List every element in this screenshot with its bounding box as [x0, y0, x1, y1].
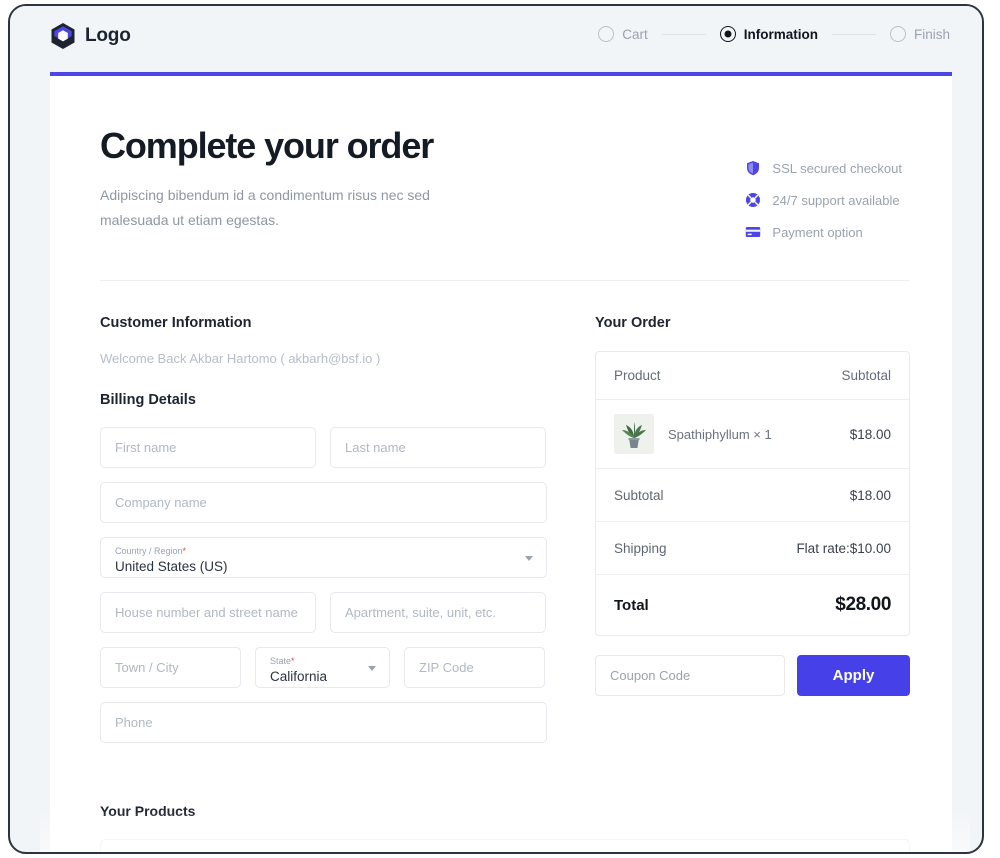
phone-placeholder: Phone	[115, 715, 153, 731]
city-state-zip-row: Town / City State* California ZIP Code	[100, 647, 547, 689]
street-address-input[interactable]: House number and street name	[100, 592, 316, 634]
checkout-steps: Cart Information Finish	[598, 26, 950, 42]
page-subtitle: Adipiscing bibendum id a condimentum ris…	[100, 186, 430, 229]
state-value: California	[270, 668, 328, 684]
order-line-item: Spathiphyllum × 1 $18.00	[596, 400, 909, 470]
customer-information-title: Customer Information	[100, 315, 252, 332]
step-finish-label: Finish	[913, 26, 950, 42]
name-row: First name Last name	[100, 427, 547, 469]
address-row: House number and street name Apartment, …	[100, 592, 547, 634]
step-finish-dot	[889, 26, 906, 42]
coupon-code-placeholder: Coupon Code	[610, 668, 691, 684]
your-order-title: Your Order	[595, 315, 671, 332]
zip-code-input[interactable]: ZIP Code	[404, 647, 545, 689]
state-label: State*	[270, 655, 295, 666]
step-cart[interactable]: Cart	[598, 26, 648, 42]
order-subtotal-row: Subtotal $18.00	[596, 469, 909, 523]
last-name-input[interactable]: Last name	[330, 427, 546, 469]
step-separator-1	[661, 33, 706, 35]
step-information-label: Information	[743, 26, 818, 42]
order-summary-table: Product Subtotal Spathiphyllum × 1 $18.0…	[595, 351, 910, 637]
your-products-section: Your Products Product Quantity Price	[40, 803, 970, 852]
order-item-price: $18.00	[849, 426, 891, 442]
hexagon-logo-icon	[51, 23, 75, 49]
checkout-card: Complete your order Adipiscing bibendum …	[40, 72, 970, 852]
products-table-header: Product Quantity Price	[101, 840, 909, 852]
feature-support-label: 24/7 support available	[772, 192, 900, 208]
step-information[interactable]: Information	[719, 26, 818, 42]
feature-payment: Payment option	[745, 224, 902, 240]
order-shipping-label: Shipping	[614, 540, 667, 556]
order-total-row: Total $28.00	[596, 575, 909, 635]
country-region-select[interactable]: Country / Region* United States (US)	[100, 537, 547, 579]
step-information-dot	[719, 26, 736, 42]
apply-coupon-button[interactable]: Apply	[797, 655, 910, 697]
zip-code-placeholder: ZIP Code	[419, 660, 474, 676]
feature-ssl: SSL secured checkout	[745, 160, 902, 176]
welcome-message: Welcome Back Akbar Hartomo ( akbarh@bsf.…	[100, 351, 381, 367]
first-name-input[interactable]: First name	[100, 427, 316, 469]
state-select[interactable]: State* California	[255, 647, 390, 689]
company-row: Company name	[100, 482, 547, 524]
billing-form: First name Last name Company name Countr…	[100, 427, 547, 744]
phone-input[interactable]: Phone	[100, 702, 547, 744]
street-address-placeholder: House number and street name	[115, 605, 298, 621]
brand-name: Logo	[85, 25, 131, 46]
step-finish[interactable]: Finish	[889, 26, 950, 42]
feature-support: 24/7 support available	[745, 192, 902, 208]
order-shipping-value: Flat rate:$10.00	[796, 540, 891, 556]
company-name-placeholder: Company name	[115, 495, 207, 511]
phone-row: Phone	[100, 702, 547, 744]
billing-column: Customer Information Welcome Back Akbar …	[100, 315, 547, 757]
order-col-subtotal: Subtotal	[841, 368, 891, 384]
order-item-name: Spathiphyllum × 1	[668, 426, 772, 442]
country-region-value: United States (US)	[115, 558, 228, 574]
apartment-input[interactable]: Apartment, suite, unit, etc.	[330, 592, 546, 634]
feature-ssl-label: SSL secured checkout	[772, 160, 902, 176]
feature-payment-label: Payment option	[772, 224, 863, 240]
app-window-frame: Logo Cart Information Finish Complete yo…	[8, 4, 984, 854]
coupon-row: Coupon Code Apply	[595, 655, 910, 697]
order-total-value: $28.00	[835, 594, 891, 616]
step-cart-label: Cart	[622, 26, 648, 42]
credit-card-icon	[746, 227, 761, 237]
top-bar: Logo Cart Information Finish	[10, 6, 982, 72]
step-separator-2	[831, 33, 876, 35]
company-name-input[interactable]: Company name	[100, 482, 547, 524]
trust-features: SSL secured checkout 24/7 support availa…	[745, 160, 902, 240]
last-name-placeholder: Last name	[345, 440, 406, 456]
first-name-placeholder: First name	[115, 440, 177, 456]
order-total-label: Total	[614, 596, 649, 614]
country-region-label: Country / Region*	[115, 545, 187, 556]
billing-details-title: Billing Details	[100, 392, 196, 409]
step-cart-dot	[598, 26, 615, 42]
coupon-code-input[interactable]: Coupon Code	[595, 655, 785, 697]
chevron-down-icon	[525, 555, 533, 561]
order-table-header: Product Subtotal	[596, 352, 909, 401]
order-column: Your Order Product Subtotal Spathiphyllu…	[595, 315, 910, 757]
order-subtotal-label: Subtotal	[614, 487, 664, 503]
chevron-down-icon-state	[368, 665, 376, 671]
shield-icon	[747, 161, 760, 176]
brand[interactable]: Logo	[50, 22, 131, 50]
products-table: Product Quantity Price	[100, 839, 910, 852]
lifebuoy-icon	[746, 193, 761, 207]
city-input[interactable]: Town / City	[100, 647, 241, 689]
order-col-product: Product	[614, 368, 661, 384]
order-shipping-row: Shipping Flat rate:$10.00	[596, 522, 909, 576]
order-subtotal-value: $18.00	[849, 487, 891, 503]
checkout-body: Customer Information Welcome Back Akbar …	[100, 281, 910, 757]
city-placeholder: Town / City	[115, 660, 179, 676]
hero-section: Complete your order Adipiscing bibendum …	[100, 76, 910, 240]
country-row: Country / Region* United States (US)	[100, 537, 547, 579]
your-products-title: Your Products	[100, 803, 196, 820]
potted-plant-image	[614, 414, 654, 455]
apartment-placeholder: Apartment, suite, unit, etc.	[345, 605, 497, 621]
